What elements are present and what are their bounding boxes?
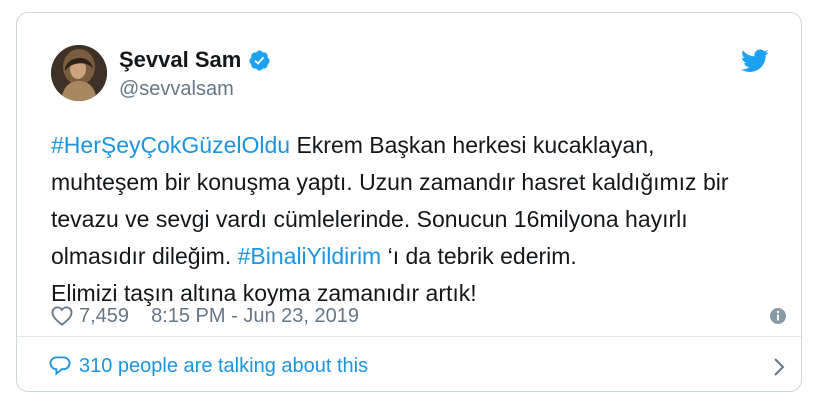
tweet-text-line: muhteşem bir konuşma yaptı. Uzun zamandı… [51, 164, 791, 201]
tweet-text: #HerŞeyÇokGüzelOldu Ekrem Başkan herkesi… [51, 127, 791, 312]
conversation-link[interactable]: 310 people are talking about this [49, 351, 789, 381]
tweet-card: Şevval Sam @sevvalsam #HerŞeyÇokGüzelOld… [16, 12, 802, 392]
hashtag-link[interactable]: #BinaliYildirim [238, 243, 382, 269]
author-name-row[interactable]: Şevval Sam [119, 47, 271, 73]
divider [17, 336, 801, 337]
talking-label[interactable]: 310 people are talking about this [79, 355, 368, 378]
heart-icon[interactable] [51, 306, 73, 326]
tweet-text-segment: olmasıdır dileğim. [51, 243, 238, 269]
twitter-bird-icon[interactable] [741, 49, 769, 73]
chevron-right-icon[interactable] [773, 357, 785, 377]
author-display-name[interactable]: Şevval Sam [119, 47, 241, 73]
tweet-text-segment: muhteşem bir konuşma yaptı. Uzun zamandı… [51, 169, 729, 195]
tweet-text-segment: ‘ı da tebrik ederim. [381, 243, 577, 269]
tweet-timestamp[interactable]: 8:15 PM - Jun 23, 2019 [151, 303, 359, 329]
verified-badge-icon [248, 49, 271, 72]
hashtag-link[interactable]: #HerŞeyÇokGüzelOldu [51, 132, 290, 158]
tweet-text-line: olmasıdır dileğim. #BinaliYildirim ‘ı da… [51, 238, 791, 275]
info-icon[interactable] [769, 306, 787, 324]
author-handle[interactable]: @sevvalsam [119, 77, 234, 101]
tweet-meta-row: 7,459 8:15 PM - Jun 23, 2019 [51, 303, 791, 329]
avatar[interactable] [51, 45, 107, 101]
tweet-text-segment: Ekrem Başkan herkesi kucaklayan, [290, 132, 655, 158]
tweet-text-segment: tevazu ve sevgi vardı cümlelerinde. Sonu… [51, 206, 688, 232]
tweet-text-line: tevazu ve sevgi vardı cümlelerinde. Sonu… [51, 201, 791, 238]
speech-bubble-icon [49, 356, 71, 376]
like-count[interactable]: 7,459 [79, 303, 129, 329]
tweet-text-line: #HerŞeyÇokGüzelOldu Ekrem Başkan herkesi… [51, 127, 791, 164]
